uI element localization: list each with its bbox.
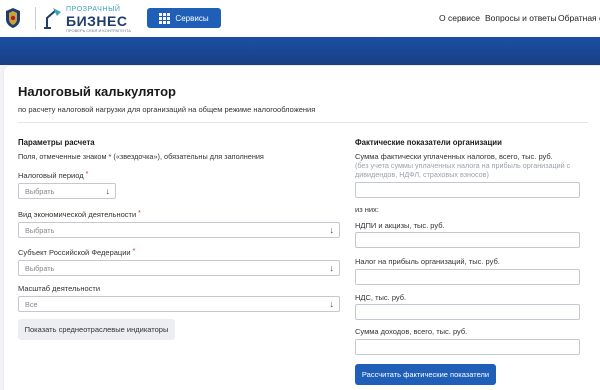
logo-lamp-icon bbox=[44, 8, 61, 29]
tax-period-value: Выбрать bbox=[25, 186, 55, 196]
taxes-total-hint: (без учета суммы уплаченных налога на пр… bbox=[355, 161, 571, 179]
scale-select[interactable]: Все ↓ bbox=[18, 296, 340, 312]
page-title: Налоговый калькулятор bbox=[18, 84, 176, 99]
region-select[interactable]: Выбрать ↓ bbox=[18, 260, 340, 276]
logo-top-text: ПРОЗРАЧНЫЙ bbox=[66, 6, 121, 13]
arrow-down-icon: ↓ bbox=[329, 263, 335, 273]
ndpi-excise-input[interactable] bbox=[355, 232, 580, 248]
nav-link-about[interactable]: О сервисе bbox=[439, 13, 480, 23]
income-total-label: Сумма доходов, всего, тыс. руб. bbox=[355, 327, 468, 336]
required-mark: * bbox=[132, 248, 136, 255]
services-button-label: Сервисы bbox=[175, 13, 209, 23]
ndpi-excise-label: НДПИ и акцизы, тыс. руб. bbox=[355, 221, 445, 230]
arrow-down-icon: ↓ bbox=[329, 225, 335, 235]
actual-indicators-heading: Фактические показатели организации bbox=[355, 138, 502, 147]
vat-label: НДС, тыс. руб. bbox=[355, 293, 407, 302]
arrow-down-icon: ↓ bbox=[329, 299, 335, 309]
of-which-label: из них: bbox=[355, 205, 379, 214]
logo-main-text: БИЗНЕС bbox=[66, 13, 128, 29]
region-label: Субъект Российской Федерации * bbox=[18, 248, 136, 257]
grid-icon bbox=[159, 12, 171, 24]
vat-input[interactable] bbox=[355, 304, 580, 320]
logo-sub-text: ПРОВЕРЬ СЕБЯ И КОНТРАГЕНТА bbox=[66, 28, 131, 33]
required-mark: * bbox=[138, 210, 141, 217]
scale-label: Масштаб деятельности bbox=[18, 284, 101, 293]
nav-link-feedback[interactable]: Обратная св bbox=[558, 13, 600, 23]
region-value: Выбрать bbox=[25, 263, 55, 273]
coat-of-arms-icon[interactable] bbox=[4, 7, 22, 29]
required-mark: * bbox=[85, 171, 89, 178]
taxes-total-label: Сумма фактически уплаченных налогов, все… bbox=[355, 152, 553, 161]
services-button[interactable]: Сервисы bbox=[147, 8, 221, 28]
calculate-button[interactable]: Рассчитать фактические показатели bbox=[355, 364, 496, 385]
arrow-down-icon: ↓ bbox=[105, 186, 111, 196]
taxes-total-input[interactable] bbox=[355, 182, 580, 198]
required-note: Поля, отмеченные знаком * («звездочка»),… bbox=[18, 152, 264, 161]
params-heading: Параметры расчета bbox=[18, 138, 95, 147]
header-divider bbox=[35, 7, 36, 30]
divider bbox=[18, 122, 588, 123]
activity-type-value: Выбрать bbox=[25, 225, 55, 235]
top-header: ПРОЗРАЧНЫЙ БИЗНЕС ПРОВЕРЬ СЕБЯ И КОНТРАГ… bbox=[0, 0, 600, 37]
activity-type-label: Вид экономической деятельности * bbox=[18, 210, 141, 219]
tax-period-label: Налоговый период * bbox=[18, 171, 89, 180]
header-banner bbox=[0, 37, 600, 65]
profit-tax-label: Налог на прибыль организаций, тыс. руб. bbox=[355, 257, 500, 266]
profit-tax-input[interactable] bbox=[355, 269, 580, 285]
scale-value: Все bbox=[25, 299, 38, 309]
page-subtitle: по расчету налоговой нагрузки для органи… bbox=[18, 105, 316, 114]
logo[interactable]: ПРОЗРАЧНЫЙ БИЗНЕС ПРОВЕРЬ СЕБЯ И КОНТРАГ… bbox=[41, 4, 136, 34]
show-indicators-button[interactable]: Показать среднеотраслевые индикаторы bbox=[18, 319, 175, 340]
income-total-input[interactable] bbox=[355, 339, 580, 355]
activity-type-select[interactable]: Выбрать ↓ bbox=[18, 222, 340, 238]
tax-period-select[interactable]: Выбрать ↓ bbox=[18, 183, 116, 199]
nav-link-faq[interactable]: Вопросы и ответы bbox=[485, 13, 557, 23]
